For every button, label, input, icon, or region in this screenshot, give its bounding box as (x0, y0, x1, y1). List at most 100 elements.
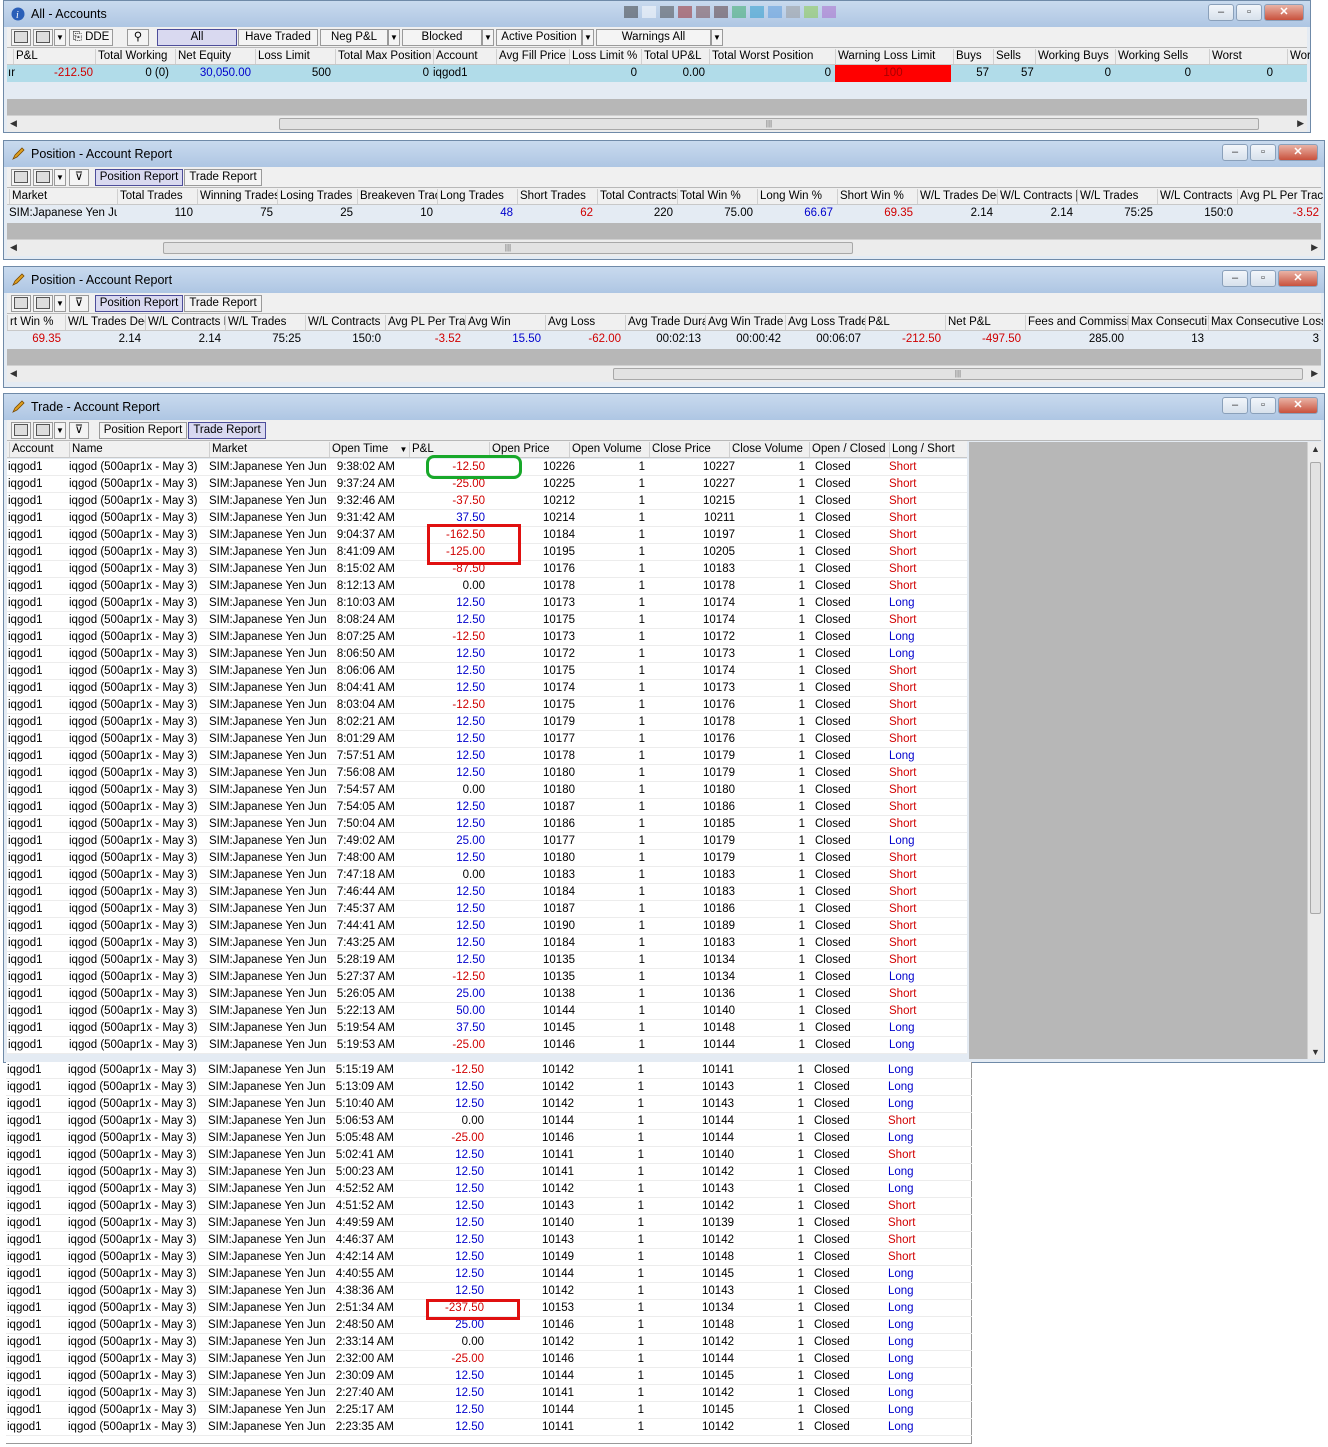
close-button[interactable]: ✕ (1278, 397, 1318, 414)
col-market[interactable]: Market (209, 442, 329, 457)
table-row[interactable]: iqgod1 iqgod (500apr1x - May 3) SIM:Japane… (7, 680, 967, 697)
table-row[interactable]: iqgod1 iqgod (500apr1x - May 3) SIM:Japane… (7, 1020, 967, 1037)
table-row[interactable]: iqgod1 iqgod (500apr1x - May 3) SIM:Japane… (7, 850, 967, 867)
table-row[interactable]: iqgod1 iqgod (500apr1x - May 3) SIM:Japane… (6, 1147, 972, 1164)
col-open-closed[interactable]: Open / Closed (809, 442, 889, 457)
table-row[interactable]: iqgod1 iqgod (500apr1x - May 3) SIM:Japane… (6, 1317, 972, 1334)
table-row[interactable]: iqgod1 iqgod (500apr1x - May 3) SIM:Japane… (6, 1351, 972, 1368)
col-total-trades[interactable]: Total Trades (117, 189, 197, 204)
scroll-up-icon[interactable]: ▲ (1311, 444, 1320, 454)
col-wl-trades-dec[interactable]: W/L Trades Dec (65, 315, 145, 330)
tab-position-report[interactable]: Position Report (95, 295, 183, 312)
table-row[interactable]: iqgod1 iqgod (500apr1x - May 3) SIM:Japane… (7, 714, 967, 731)
print-button[interactable] (33, 169, 53, 186)
tab-trade-report[interactable]: Trade Report (184, 295, 262, 312)
col-total-contracts[interactable]: Total Contracts (597, 189, 677, 204)
table-row[interactable]: iqgod1 iqgod (500apr1x - May 3) SIM:Japane… (7, 799, 967, 816)
table-row[interactable]: iqgod1 iqgod (500apr1x - May 3) SIM:Japane… (7, 578, 967, 595)
col-open-volume[interactable]: Open Volume (569, 442, 649, 457)
minimize-button[interactable]: – (1222, 144, 1248, 161)
table-row[interactable]: iqgod1 iqgod (500apr1x - May 3) SIM:Japane… (7, 459, 967, 476)
col-close-volume[interactable]: Close Volume (729, 442, 809, 457)
col-buys[interactable]: Buys (953, 49, 993, 64)
scroll-down-icon[interactable]: ▼ (1311, 1047, 1320, 1057)
table-row[interactable]: iqgod1 iqgod (500apr1x - May 3) SIM:Japane… (6, 1198, 972, 1215)
col-fees-commissions[interactable]: Fees and Commissi (1025, 315, 1128, 330)
filter-button[interactable]: ⊽ (69, 169, 89, 186)
col-total-max-position[interactable]: Total Max Position (335, 49, 433, 64)
col-total-worst-position[interactable]: Total Worst Position (709, 49, 835, 64)
position2-hscrollbar[interactable]: ◀ ||| ▶ (7, 365, 1321, 382)
dde-button[interactable]: ⎘ DDE (69, 29, 113, 46)
table-row[interactable]: iqgod1 iqgod (500apr1x - May 3) SIM:Japane… (6, 1215, 972, 1232)
print-button[interactable] (33, 295, 53, 312)
col-net-pl[interactable]: Net P&L (945, 315, 1025, 330)
table-row[interactable]: iqgod1 iqgod (500apr1x - May 3) SIM:Japane… (7, 986, 967, 1003)
col-avg-loss-trade-duration[interactable]: Avg Loss Trade (785, 315, 865, 330)
tab-trade-report[interactable]: Trade Report (188, 422, 266, 439)
table-row[interactable]: iqgod1 iqgod (500apr1x - May 3) SIM:Japane… (7, 969, 967, 986)
col-short-win-pct[interactable]: rt Win % (7, 315, 65, 330)
print-dropdown[interactable]: ▼ (54, 29, 66, 46)
col-pl[interactable]: P&L (865, 315, 945, 330)
col-avg-fill-price[interactable]: Avg Fill Price (496, 49, 569, 64)
filter-all[interactable]: All (157, 29, 237, 46)
maximize-button[interactable]: ▫ (1250, 144, 1276, 161)
col-long-short[interactable]: Long / Short (889, 442, 969, 457)
table-row[interactable]: iqgod1 iqgod (500apr1x - May 3) SIM:Japane… (6, 1096, 972, 1113)
table-row[interactable]: iqgod1 iqgod (500apr1x - May 3) SIM:Japane… (6, 1368, 972, 1385)
trade-vscroll-thumb[interactable] (1310, 462, 1321, 914)
find-button[interactable]: ⚲ (127, 29, 149, 46)
table-row[interactable]: iqgod1 iqgod (500apr1x - May 3) SIM:Japane… (7, 918, 967, 935)
accounts-scroll-thumb[interactable]: ||| (279, 118, 1259, 130)
col-working-buys[interactable]: Working Buys (1035, 49, 1115, 64)
table-row[interactable]: iqgod1 iqgod (500apr1x - May 3) SIM:Japane… (6, 1402, 972, 1419)
table-row[interactable]: iqgod1 iqgod (500apr1x - May 3) SIM:Japane… (6, 1062, 972, 1079)
table-row[interactable]: iqgod1 iqgod (500apr1x - May 3) SIM:Japane… (7, 663, 967, 680)
col-net-equity[interactable]: Net Equity (175, 49, 255, 64)
position2-scroll-thumb[interactable]: ||| (613, 368, 1303, 380)
table-row[interactable]: iqgod1 iqgod (500apr1x - May 3) SIM:Japane… (7, 731, 967, 748)
table-row[interactable]: iqgod1 iqgod (500apr1x - May 3) SIM:Japane… (7, 561, 967, 578)
account-row[interactable]: ır -212.50 0 (0) 30,050.00 500 0 iqgod1 … (7, 65, 1307, 82)
table-row[interactable]: iqgod1 iqgod (500apr1x - May 3) SIM:Japane… (6, 1300, 972, 1317)
col-max-consecutive-loss[interactable]: Max Consecutive Loss (1208, 315, 1323, 330)
trade-vscrollbar[interactable]: ▲ ▼ (1307, 442, 1323, 1059)
table-row[interactable]: iqgod1 iqgod (500apr1x - May 3) SIM:Japane… (7, 646, 967, 663)
table-row[interactable]: iqgod1 iqgod (500apr1x - May 3) SIM:Japane… (7, 629, 967, 646)
table-row[interactable]: iqgod1 iqgod (500apr1x - May 3) SIM:Japane… (7, 544, 967, 561)
table-row[interactable]: iqgod1 iqgod (500apr1x - May 3) SIM:Japane… (7, 782, 967, 799)
tab-position-report[interactable]: Position Report (99, 422, 187, 439)
active-position-dropdown[interactable]: ▼ (582, 29, 594, 46)
print-dropdown[interactable]: ▼ (54, 295, 66, 312)
position2-titlebar[interactable]: Position - Account Report – ▫ ✕ (4, 267, 1324, 293)
table-row[interactable]: iqgod1 iqgod (500apr1x - May 3) SIM:Japane… (7, 833, 967, 850)
scroll-left-icon[interactable]: ◀ (10, 368, 17, 379)
col-close-price[interactable]: Close Price (649, 442, 729, 457)
position1-scroll-thumb[interactable]: ||| (163, 242, 853, 254)
col-open-time[interactable]: Open Time ▼ (329, 442, 409, 457)
print-dropdown[interactable]: ▼ (54, 169, 66, 186)
col-wl-trades[interactable]: W/L Trades (225, 315, 305, 330)
col-total-upl[interactable]: Total UP&L (641, 49, 709, 64)
table-row[interactable]: iqgod1 iqgod (500apr1x - May 3) SIM:Japane… (7, 867, 967, 884)
table-row[interactable]: iqgod1 iqgod (500apr1x - May 3) SIM:Japane… (7, 952, 967, 969)
col-worst[interactable]: Worst (1209, 49, 1287, 64)
filter-button[interactable]: ⊽ (69, 295, 89, 312)
table-row[interactable]: iqgod1 iqgod (500apr1x - May 3) SIM:Japane… (6, 1266, 972, 1283)
table-row[interactable]: iqgod1 iqgod (500apr1x - May 3) SIM:Japane… (7, 595, 967, 612)
table-row[interactable]: iqgod1 iqgod (500apr1x - May 3) SIM:Japane… (7, 901, 967, 918)
col-account[interactable]: Account (433, 49, 496, 64)
tab-trade-report[interactable]: Trade Report (184, 169, 262, 186)
properties-button[interactable] (11, 169, 31, 186)
position1-row[interactable]: SIM:Japanese Yen Jur 110 75 25 10 48 62 … (7, 205, 1321, 222)
maximize-button[interactable]: ▫ (1250, 270, 1276, 287)
col-short-win-pct[interactable]: Short Win % (837, 189, 917, 204)
table-row[interactable]: iqgod1 iqgod (500apr1x - May 3) SIM:Japane… (6, 1113, 972, 1130)
col-loss-limit-pct[interactable]: Loss Limit % (569, 49, 641, 64)
maximize-button[interactable]: ▫ (1250, 397, 1276, 414)
scroll-left-icon[interactable]: ◀ (10, 118, 17, 129)
position2-row[interactable]: 69.35 2.14 2.14 75:25 150:0 -3.52 15.50 … (7, 331, 1321, 348)
table-row[interactable]: iqgod1 iqgod (500apr1x - May 3) SIM:Japane… (6, 1130, 972, 1147)
position1-hscrollbar[interactable]: ◀ ||| ▶ (7, 239, 1321, 256)
